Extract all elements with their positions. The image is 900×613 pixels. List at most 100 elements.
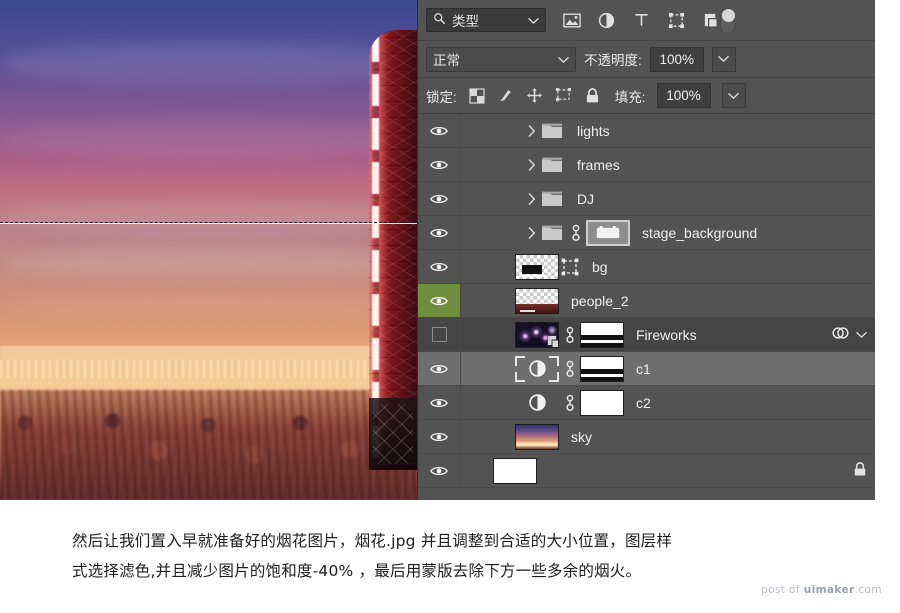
layer-row-body[interactable]: c1 [461, 352, 875, 385]
adjustment-layers-filter-icon[interactable] [597, 11, 616, 30]
layer-thumbnail[interactable] [493, 457, 537, 484]
folder-icon [541, 224, 563, 242]
layer-visibility-toggle[interactable] [418, 318, 461, 351]
search-icon [433, 12, 446, 28]
group-mask-thumbnail[interactable] [586, 219, 630, 246]
layer-name: stage_background [642, 224, 758, 241]
link-icon[interactable] [563, 325, 576, 345]
layer-name: DJ [577, 190, 595, 207]
layer-thumbnail[interactable] [515, 287, 559, 314]
layer-row-body[interactable]: c2 [461, 386, 875, 419]
lock-transparency-icon[interactable] [468, 87, 486, 105]
caption-line-1: 然后让我们置入早就准备好的烟花图片，烟花.jpg 并且调整到合适的大小位置，图层… [72, 532, 673, 550]
table-row[interactable]: lights [418, 114, 875, 148]
eye-icon [430, 262, 448, 271]
layer-row-body[interactable] [461, 454, 875, 487]
table-row[interactable]: frames [418, 148, 875, 182]
cloud-band [0, 120, 417, 160]
type-layers-filter-icon[interactable] [632, 11, 651, 30]
layer-thumbnail[interactable] [515, 321, 559, 348]
eye-icon-off[interactable] [431, 327, 447, 342]
chevron-right-icon[interactable] [523, 192, 541, 205]
layer-visibility-toggle[interactable] [418, 114, 461, 147]
chevron-right-icon[interactable] [523, 158, 541, 171]
opacity-label: 不透明度: [584, 53, 642, 68]
layers-list[interactable]: lights frames DJ stage_background bg peo… [418, 114, 875, 500]
table-row[interactable]: sky [418, 420, 875, 454]
table-row[interactable]: bg [418, 250, 875, 284]
layer-visibility-toggle[interactable] [418, 216, 461, 249]
table-row[interactable]: c2 [418, 386, 875, 420]
opacity-input[interactable]: 100% [649, 46, 704, 72]
watermark-prefix: post of [761, 584, 804, 596]
layer-row-body[interactable]: frames [461, 148, 875, 181]
lock-image-pixels-icon[interactable] [497, 87, 515, 105]
selection-marquee [0, 222, 417, 223]
layer-effects-icon[interactable] [831, 325, 850, 344]
pixel-layers-filter-icon[interactable] [562, 11, 581, 30]
eye-icon [430, 432, 448, 441]
layer-mask-thumbnail[interactable] [580, 321, 624, 348]
lock-position-icon[interactable] [526, 87, 544, 105]
link-icon[interactable] [569, 223, 582, 243]
layer-visibility-toggle[interactable] [418, 148, 461, 181]
layer-visibility-toggle[interactable] [418, 182, 461, 215]
photoshop-canvas[interactable] [0, 0, 417, 500]
layer-filter-type-select[interactable]: 类型 [426, 8, 546, 32]
layer-mask-thumbnail[interactable] [580, 355, 624, 382]
chevron-down-icon [558, 52, 569, 67]
table-row[interactable]: people_2 [418, 284, 875, 318]
layer-visibility-toggle[interactable] [418, 352, 461, 385]
layer-row-body[interactable]: bg [461, 250, 875, 283]
layer-visibility-toggle[interactable] [418, 250, 461, 283]
adjustment-layer-thumbnail[interactable] [515, 390, 559, 416]
eye-icon [430, 160, 448, 169]
folder-icon [541, 122, 563, 140]
layer-thumbnail[interactable] [515, 253, 559, 280]
adjustment-layer-thumbnail[interactable] [515, 355, 559, 382]
layer-row-body[interactable]: people_2 [461, 284, 875, 317]
chevron-right-icon[interactable] [523, 226, 541, 239]
layer-visibility-toggle[interactable] [418, 284, 461, 317]
caption-text: 然后让我们置入早就准备好的烟花图片，烟花.jpg 并且调整到合适的大小位置，图层… [72, 526, 840, 586]
table-row[interactable]: DJ [418, 182, 875, 216]
layer-row-body[interactable]: stage_background [461, 216, 875, 249]
watermark-brand: uimaker [803, 584, 855, 596]
layer-thumbnail[interactable] [515, 423, 559, 450]
stage-truss-base [369, 398, 417, 470]
blend-mode-select[interactable]: 正常 [426, 46, 576, 72]
lock-all-icon[interactable] [584, 87, 602, 105]
lock-all-icon[interactable] [853, 461, 867, 480]
layer-row-body[interactable]: DJ [461, 182, 875, 215]
table-row[interactable]: Fireworks [418, 318, 875, 352]
fill-stepper-chevron[interactable] [721, 83, 746, 108]
layer-visibility-toggle[interactable] [418, 420, 461, 453]
eye-icon [430, 398, 448, 407]
fill-input[interactable]: 100% [656, 83, 711, 108]
smart-object-filter-icon[interactable] [702, 11, 721, 30]
link-icon[interactable] [563, 359, 576, 379]
lock-artboard-nesting-icon[interactable] [555, 87, 573, 105]
row-right-icons [831, 325, 875, 344]
table-row-partial[interactable] [418, 454, 875, 488]
filter-enable-toggle[interactable] [720, 8, 735, 34]
chevron-right-icon[interactable] [523, 124, 541, 137]
layer-visibility-toggle[interactable] [418, 454, 461, 487]
chevron-down-icon[interactable] [528, 13, 539, 28]
layer-row-body[interactable]: sky [461, 420, 875, 453]
shape-layers-filter-icon[interactable] [667, 11, 686, 30]
layer-name: bg [592, 258, 608, 275]
cloud-band [0, 200, 417, 236]
table-row[interactable]: c1 [418, 352, 875, 386]
table-row[interactable]: stage_background [418, 216, 875, 250]
lock-label: 锁定: [426, 89, 457, 105]
layer-visibility-toggle[interactable] [418, 386, 461, 419]
layer-row-body[interactable]: lights [461, 114, 875, 147]
layer-mask-thumbnail[interactable] [580, 389, 624, 416]
chevron-down-icon[interactable] [856, 327, 867, 342]
link-icon[interactable] [563, 393, 576, 413]
opacity-stepper-chevron[interactable] [711, 46, 736, 72]
layer-row-body[interactable]: Fireworks [461, 318, 875, 351]
caption-block: 然后让我们置入早就准备好的烟花图片，烟花.jpg 并且调整到合适的大小位置，图层… [0, 500, 900, 613]
eye-icon [430, 126, 448, 135]
